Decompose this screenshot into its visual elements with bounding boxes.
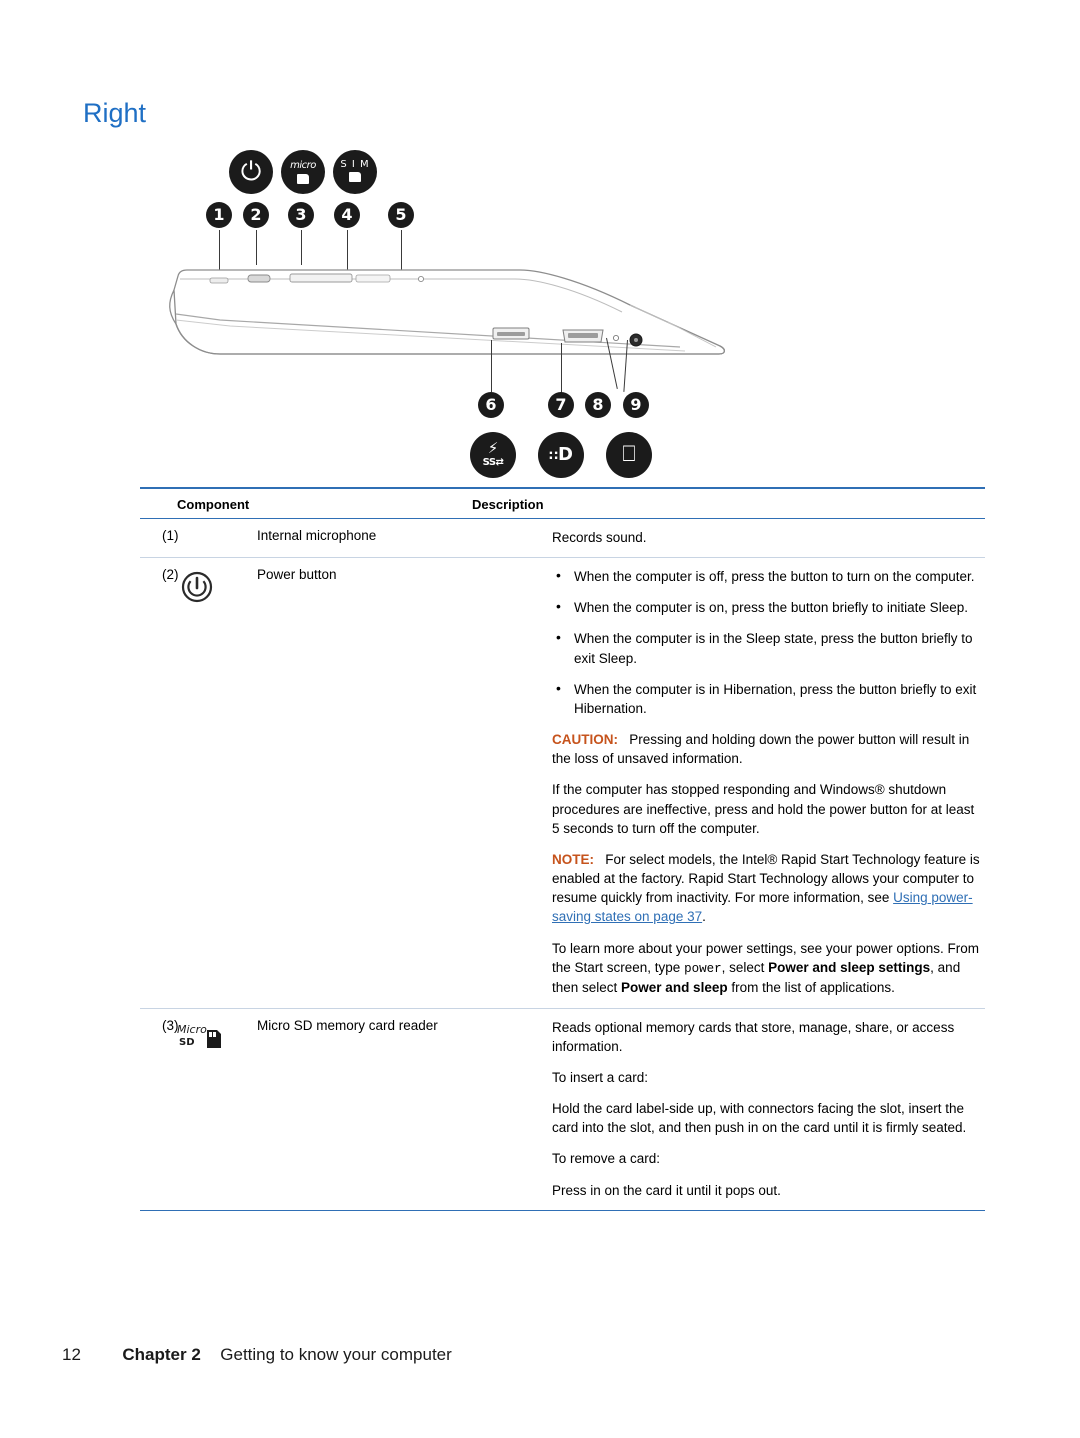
page-title: Right: [83, 98, 147, 128]
power-settings-paragraph: To learn more about your power settings,…: [552, 939, 985, 998]
document-page: Right ⏻ micro S I M 1 2 3 4 5 6 7 8 9 ⚡ …: [0, 0, 1080, 1438]
displayport-icon: ∷D: [538, 432, 584, 478]
row-description: Records sound.: [552, 528, 985, 547]
row-component-name: Power button: [257, 567, 337, 583]
sim-card-icon: S I M: [333, 150, 377, 194]
settings-bold-1: Power and sleep settings: [768, 959, 931, 975]
settings-text-4: from the list of applications.: [727, 980, 895, 996]
footer-chapter: Chapter 2: [122, 1345, 201, 1364]
callout-2: 2: [243, 202, 269, 228]
row-number: (3): [162, 1017, 179, 1033]
description-paragraph: Reads optional memory cards that store, …: [552, 1019, 955, 1054]
description-paragraph: Press in on the card it until it pops ou…: [552, 1182, 781, 1198]
svg-text:SD: SD: [179, 1037, 195, 1048]
svg-text:Micro: Micro: [177, 1023, 207, 1036]
right-side-laptop-diagram: ⏻ micro S I M 1 2 3 4 5 6 7 8 9 ⚡ SS⇄ ∷D…: [140, 140, 760, 490]
callout-4: 4: [334, 202, 360, 228]
callout-9: 9: [623, 392, 649, 418]
description-bullets: When the computer is off, press the butt…: [552, 566, 985, 718]
table-row: (1) Internal microphone Records sound.: [140, 519, 985, 559]
table-row: (3) Micro SD Micro SD memory card reader…: [140, 1009, 985, 1211]
note-paragraph: NOTE: For select models, the Intel® Rapi…: [552, 850, 985, 927]
note-label: NOTE:: [552, 851, 594, 867]
callout-6: 6: [478, 392, 504, 418]
micro-sd-icon: micro: [281, 150, 325, 194]
power-hold-paragraph: If the computer has stopped responding a…: [552, 782, 975, 836]
footer-page-number: 12: [62, 1345, 81, 1364]
callout-8: 8: [585, 392, 611, 418]
bullet-item: When the computer is in the Sleep state,…: [552, 628, 985, 667]
leader-line: [491, 340, 492, 392]
table-row: (2) Power button When the computer is of…: [140, 558, 985, 1009]
note-text-end: .: [702, 909, 706, 925]
components-table: Component Description (1) Internal micro…: [140, 487, 985, 1211]
bullet-item: When the computer is on, press the butto…: [552, 597, 985, 617]
table-header-row: Component Description: [140, 487, 985, 519]
header-spacer: [140, 497, 177, 512]
settings-text-2: , select: [721, 959, 769, 975]
row-description: Reads optional memory cards that store, …: [552, 1018, 985, 1200]
bullet-item: When the computer is off, press the butt…: [552, 566, 985, 586]
footer-chapter-title: Getting to know your computer: [220, 1345, 452, 1364]
leader-line: [561, 343, 562, 393]
power-icon: ⏻: [229, 150, 273, 194]
description-paragraph: To insert a card:: [552, 1069, 649, 1085]
settings-command: power: [684, 961, 722, 976]
header-component: Component: [177, 497, 250, 512]
row-description: When the computer is off, press the butt…: [552, 566, 985, 998]
usb-charging-icon: ⚡ SS⇄: [470, 432, 516, 478]
callout-7: 7: [548, 392, 574, 418]
callout-5: 5: [388, 202, 414, 228]
description-paragraph: Records sound.: [552, 530, 647, 545]
row-component-name: Micro SD memory card reader: [257, 1017, 438, 1033]
callout-3: 3: [288, 202, 314, 228]
row-number: (2): [162, 567, 179, 583]
micro-sd-card-icon: Micro SD: [177, 1018, 257, 1055]
row-number: (1): [162, 528, 179, 543]
callout-1: 1: [206, 202, 232, 228]
power-connector-icon: ⎕: [606, 432, 652, 478]
page-footer: 12 Chapter 2 Getting to know your comput…: [62, 1345, 452, 1365]
bullet-item: When the computer is in Hibernation, pre…: [552, 679, 985, 718]
caution-label: CAUTION:: [552, 732, 618, 748]
power-button-icon: [177, 567, 257, 610]
caution-paragraph: CAUTION: Pressing and holding down the p…: [552, 730, 985, 768]
row-component-name: Internal microphone: [257, 528, 377, 543]
description-paragraph: Hold the card label-side up, with connec…: [552, 1101, 967, 1136]
header-description: Description: [472, 497, 544, 512]
settings-bold-2: Power and sleep: [621, 980, 728, 996]
description-paragraph: To remove a card:: [552, 1151, 661, 1167]
laptop-side-view: [160, 250, 730, 380]
